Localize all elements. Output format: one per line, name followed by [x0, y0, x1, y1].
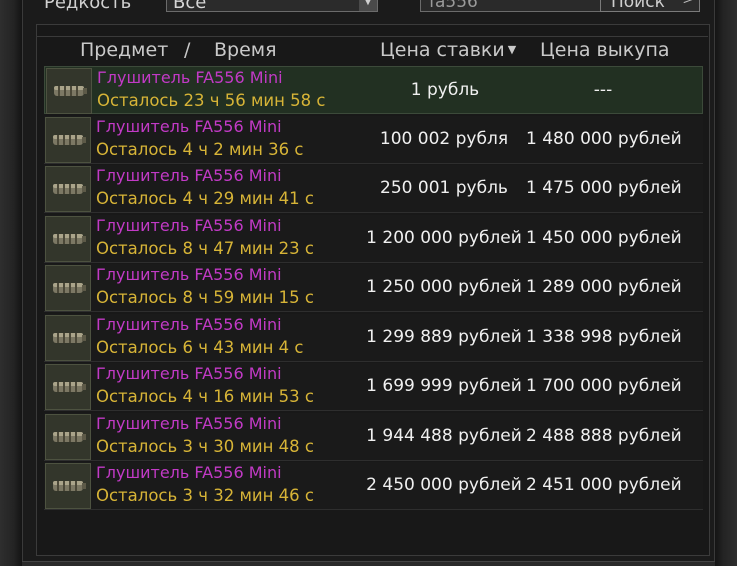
lot-buyout-price: 2 451 000 рублей — [526, 475, 682, 495]
column-header-bid[interactable]: Цена ставки ▼ — [380, 39, 516, 61]
button-corner-decoration — [683, 0, 707, 4]
item-thumbnail — [45, 364, 91, 410]
lot-time-left: Осталось 4 ч 2 мин 36 с — [96, 139, 304, 159]
lot-item-name: Глушитель FA556 Mini — [96, 116, 282, 136]
lot-item-name: Глушитель FA556 Mini — [96, 413, 282, 433]
column-header-buyout[interactable]: Цена выкупа — [540, 39, 670, 61]
lot-time-left: Осталось 3 ч 32 мин 46 с — [96, 486, 314, 505]
window-frame-bottom — [22, 561, 715, 566]
chevron-down-icon[interactable]: ▼ — [359, 0, 377, 11]
lot-list: Глушитель FA556 Mini Осталось 23 ч 56 мин… — [44, 66, 703, 512]
lot-row[interactable]: Глушитель FA556 Mini Осталось 3 ч 32 мин … — [44, 462, 703, 510]
column-header-item[interactable]: Предмет — [80, 39, 168, 61]
lot-bid-price: 1 699 999 рублей — [366, 376, 522, 396]
lot-buyout-price: 1 338 998 рублей — [526, 326, 682, 347]
lot-time-left: Осталось 8 ч 47 мин 23 с — [96, 238, 314, 258]
lot-row[interactable]: Глушитель FA556 Mini Осталось 4 ч 2 мин 3… — [44, 115, 703, 164]
search-input[interactable]: fa556 — [420, 0, 620, 12]
lot-bid-price: 100 002 рубля — [379, 128, 509, 149]
lot-bid-price: 1 250 000 рублей — [366, 277, 522, 297]
search-button[interactable]: Поиск — [600, 0, 707, 12]
lot-item-name: Глушитель FA556 Mini — [96, 364, 282, 383]
item-thumbnail — [45, 166, 91, 212]
lot-buyout-price: --- — [593, 80, 613, 100]
lot-bid-price: 1 200 000 рублей — [366, 227, 522, 248]
item-thumbnail — [45, 265, 91, 311]
lot-buyout-price: 1 289 000 рублей — [526, 277, 682, 297]
lot-time-left: Осталось 8 ч 59 мин 15 с — [96, 288, 314, 307]
lot-item-name: Глушитель FA556 Mini — [96, 166, 282, 185]
lot-buyout-price: 1 700 000 рублей — [526, 376, 682, 396]
item-thumbnail — [45, 314, 91, 361]
lot-item-name: Глушитель FA556 Mini — [97, 68, 283, 87]
lot-time-left: Осталось 4 ч 29 мин 41 с — [96, 189, 314, 208]
lot-time-left: Осталось 3 ч 30 мин 48 с — [96, 436, 314, 456]
item-thumbnail — [45, 463, 91, 509]
column-header-separator: / — [184, 39, 191, 61]
lot-item-name: Глушитель FA556 Mini — [96, 463, 282, 482]
lot-row[interactable]: Глушитель FA556 Mini Осталось 23 ч 56 мин… — [44, 66, 703, 114]
lot-bid-price: 1 рубль — [410, 80, 480, 100]
lot-row[interactable]: Глушитель FA556 Mini Осталось 6 ч 43 мин … — [44, 313, 703, 362]
lot-item-name: Глушитель FA556 Mini — [96, 215, 282, 235]
lot-row[interactable]: Глушитель FA556 Mini Осталось 4 ч 29 мин … — [44, 165, 703, 213]
lot-item-name: Глушитель FA556 Mini — [96, 314, 282, 334]
search-button-label: Поиск — [611, 0, 665, 12]
lot-buyout-price: 1 475 000 рублей — [526, 178, 682, 198]
rarity-select[interactable]: Все ▼ — [166, 0, 378, 13]
lot-bid-price: 250 001 рубль — [380, 178, 508, 198]
lot-buyout-price: 1 450 000 рублей — [526, 227, 682, 248]
table-header: Предмет / Время Цена ставки ▼ Цена выкупа — [36, 36, 708, 64]
lot-time-left: Осталось 6 ч 43 мин 4 с — [96, 337, 304, 357]
item-thumbnail — [45, 116, 91, 163]
lot-bid-price: 2 450 000 рублей — [366, 475, 522, 495]
lot-item-name: Глушитель FA556 Mini — [96, 265, 282, 284]
lot-row[interactable]: Глушитель FA556 Mini Осталось 3 ч 30 мин … — [44, 412, 703, 461]
column-header-time[interactable]: Время — [214, 39, 277, 61]
lot-buyout-price: 2 488 888 рублей — [526, 425, 682, 446]
lot-time-left: Осталось 4 ч 16 мин 53 с — [96, 387, 314, 406]
lot-bid-price: 1 299 889 рублей — [366, 326, 522, 347]
lot-row[interactable]: Глушитель FA556 Mini Осталось 8 ч 59 мин … — [44, 264, 703, 312]
rarity-select-value: Все — [173, 0, 207, 13]
item-thumbnail — [46, 68, 92, 114]
column-header-bid-label: Цена ставки — [380, 39, 505, 61]
filter-bar: Редкость Все ▼ fa556 Поиск — [24, 0, 714, 22]
rarity-label: Редкость — [44, 0, 132, 13]
lot-row[interactable]: Глушитель FA556 Mini Осталось 8 ч 47 мин … — [44, 214, 703, 263]
item-thumbnail — [45, 413, 91, 460]
window-frame-right — [714, 0, 737, 566]
lot-buyout-price: 1 480 000 рублей — [526, 128, 682, 149]
lot-time-left: Осталось 23 ч 56 мин 58 с — [97, 91, 326, 110]
window-frame-left — [0, 0, 23, 566]
lot-row[interactable]: Глушитель FA556 Mini Осталось 4 ч 16 мин … — [44, 363, 703, 411]
item-thumbnail — [45, 215, 91, 262]
sort-descending-icon: ▼ — [507, 43, 517, 56]
lot-bid-price: 1 944 488 рублей — [366, 425, 522, 446]
